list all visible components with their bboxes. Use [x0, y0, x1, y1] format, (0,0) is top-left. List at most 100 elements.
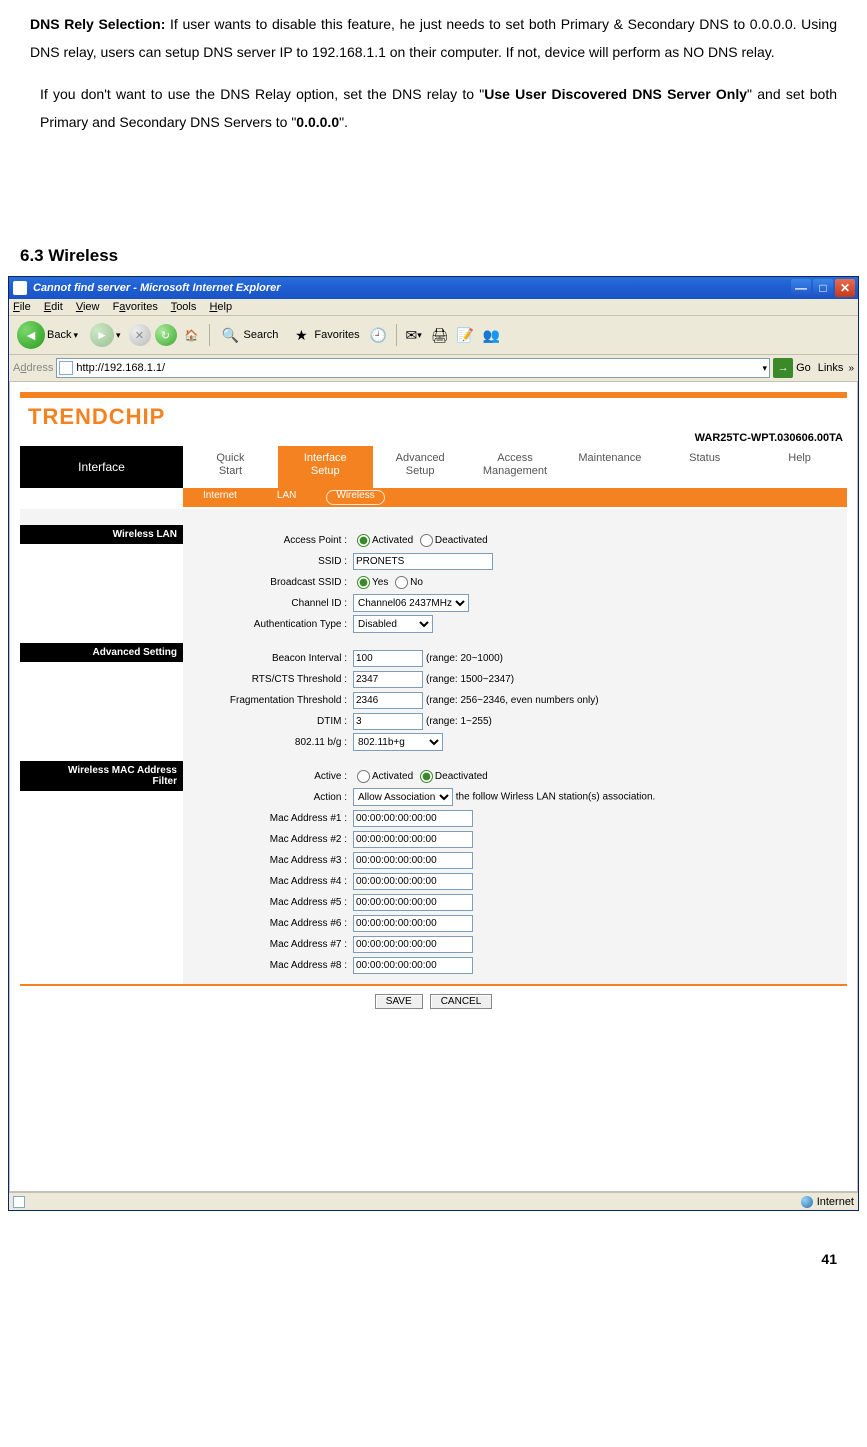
firmware-version: WAR25TC-WPT.030606.00TA [10, 432, 843, 444]
label-action: Action : [183, 792, 353, 803]
brand-logo: TRENDCHIP [28, 404, 857, 430]
window-title: Cannot find server - Microsoft Internet … [31, 282, 791, 294]
tab-quick-start[interactable]: Quick Start [183, 446, 278, 488]
side-label: Interface [20, 446, 183, 488]
separator [209, 324, 210, 346]
refresh-button[interactable]: ↻ [155, 324, 177, 346]
tab-advanced-setup[interactable]: Advanced Setup [373, 446, 468, 488]
radio-bssid-no[interactable] [395, 576, 408, 589]
go-button[interactable]: → [773, 358, 793, 378]
address-value: http://192.168.1.1/ [76, 362, 762, 374]
status-bar: Internet [9, 1192, 858, 1210]
radio-filter-activated[interactable] [357, 770, 370, 783]
radio-bssid-yes[interactable] [357, 576, 370, 589]
tab-interface-setup[interactable]: Interface Setup [278, 446, 373, 488]
menu-file[interactable]: File [13, 301, 31, 313]
globe-icon [801, 1196, 813, 1208]
radio-ap-activated[interactable] [357, 534, 370, 547]
home-button[interactable]: 🏠 [181, 324, 203, 346]
page-icon [59, 361, 73, 375]
beacon-input[interactable] [353, 650, 423, 667]
sub-tabs: Internet LAN Wireless [20, 488, 847, 507]
label-mac8: Mac Address #8 : [183, 960, 353, 971]
page-content: TRENDCHIP WAR25TC-WPT.030606.00TA Interf… [9, 382, 858, 1192]
accent-bar [20, 392, 847, 398]
mac6-input[interactable] [353, 915, 473, 932]
tab-help[interactable]: Help [752, 446, 847, 488]
mail-button[interactable]: ✉▾ [403, 324, 425, 346]
label-ssid: SSID : [183, 556, 353, 567]
mac2-input[interactable] [353, 831, 473, 848]
forward-arrow-icon: ► [90, 323, 114, 347]
ssid-input[interactable] [353, 553, 493, 570]
forward-button[interactable]: ► ▾ [86, 321, 125, 349]
label-mac2: Mac Address #2 : [183, 834, 353, 845]
label-frag: Fragmentation Threshold : [183, 695, 353, 706]
mac3-input[interactable] [353, 852, 473, 869]
label-mac1: Mac Address #1 : [183, 813, 353, 824]
toolbar: ◄ Back ▾ ► ▾ ✕ ↻ 🏠 🔍Search ★Favorites 🕘 … [9, 316, 858, 355]
maximize-button[interactable]: □ [813, 279, 833, 297]
mac5-input[interactable] [353, 894, 473, 911]
address-input[interactable]: http://192.168.1.1/ ▾ [56, 358, 770, 378]
channel-select[interactable]: Channel06 2437MHz [353, 594, 469, 612]
history-button[interactable]: 🕘 [368, 324, 390, 346]
page-number: 41 [0, 1251, 837, 1267]
radio-ap-deactivated[interactable] [420, 534, 433, 547]
title-bar: Cannot find server - Microsoft Internet … [9, 277, 858, 299]
menu-tools[interactable]: Tools [171, 301, 197, 313]
stop-button[interactable]: ✕ [129, 324, 151, 346]
subtab-lan[interactable]: LAN [257, 488, 316, 507]
dtim-input[interactable] [353, 713, 423, 730]
print-button[interactable]: 🖨 [429, 324, 451, 346]
mac7-input[interactable] [353, 936, 473, 953]
address-label: Address [13, 362, 53, 374]
label-80211: 802.11 b/g : [183, 737, 353, 748]
label-dtim: DTIM : [183, 716, 353, 727]
tab-status[interactable]: Status [657, 446, 752, 488]
mac1-input[interactable] [353, 810, 473, 827]
save-button[interactable]: SAVE [375, 994, 423, 1009]
edit-button[interactable]: 📝 [455, 324, 477, 346]
minimize-button[interactable]: — [791, 279, 811, 297]
chevron-down-icon[interactable]: ▾ [763, 363, 768, 374]
label-active: Active : [183, 771, 353, 782]
separator [396, 324, 397, 346]
search-icon: 🔍 [220, 324, 242, 346]
search-button[interactable]: 🔍Search [216, 322, 283, 348]
ie-icon [13, 281, 27, 295]
messenger-button[interactable]: 👥 [481, 324, 503, 346]
chevron-down-icon: ▾ [116, 330, 121, 341]
chevron-down-icon: ▾ [73, 330, 78, 341]
label-mac4: Mac Address #4 : [183, 876, 353, 887]
close-button[interactable]: ✕ [835, 279, 855, 297]
mode-select[interactable]: 802.11b+g [353, 733, 443, 751]
subtab-wireless[interactable]: Wireless [316, 488, 394, 507]
label-rts: RTS/CTS Threshold : [183, 674, 353, 685]
chevron-right-icon[interactable]: » [848, 363, 854, 374]
mac8-input[interactable] [353, 957, 473, 974]
button-bar: SAVE CANCEL [20, 986, 847, 1017]
frag-input[interactable] [353, 692, 423, 709]
menu-view[interactable]: View [76, 301, 100, 313]
section-wireless-lan: Wireless LAN [20, 525, 183, 544]
section-mac-filter: Wireless MAC Address Filter [20, 761, 183, 791]
radio-filter-deactivated[interactable] [420, 770, 433, 783]
subtab-internet[interactable]: Internet [183, 488, 257, 507]
tab-access-management[interactable]: Access Management [468, 446, 563, 488]
doc-paragraph-note: If you don't want to use the DNS Relay o… [40, 80, 837, 136]
action-select[interactable]: Allow Association [353, 788, 453, 806]
menu-edit[interactable]: Edit [44, 301, 63, 313]
cancel-button[interactable]: CANCEL [430, 994, 493, 1009]
links-label[interactable]: Links [818, 362, 844, 374]
back-button[interactable]: ◄ Back ▾ [13, 319, 82, 351]
menu-favorites[interactable]: Favorites [113, 301, 158, 313]
mac4-input[interactable] [353, 873, 473, 890]
favorites-button[interactable]: ★Favorites [286, 322, 363, 348]
menu-help[interactable]: Help [209, 301, 232, 313]
main-tabs: Interface Quick Start Interface Setup Ad… [20, 446, 847, 488]
rts-input[interactable] [353, 671, 423, 688]
auth-select[interactable]: Disabled [353, 615, 433, 633]
tab-maintenance[interactable]: Maintenance [562, 446, 657, 488]
label-broadcast-ssid: Broadcast SSID : [183, 577, 353, 588]
